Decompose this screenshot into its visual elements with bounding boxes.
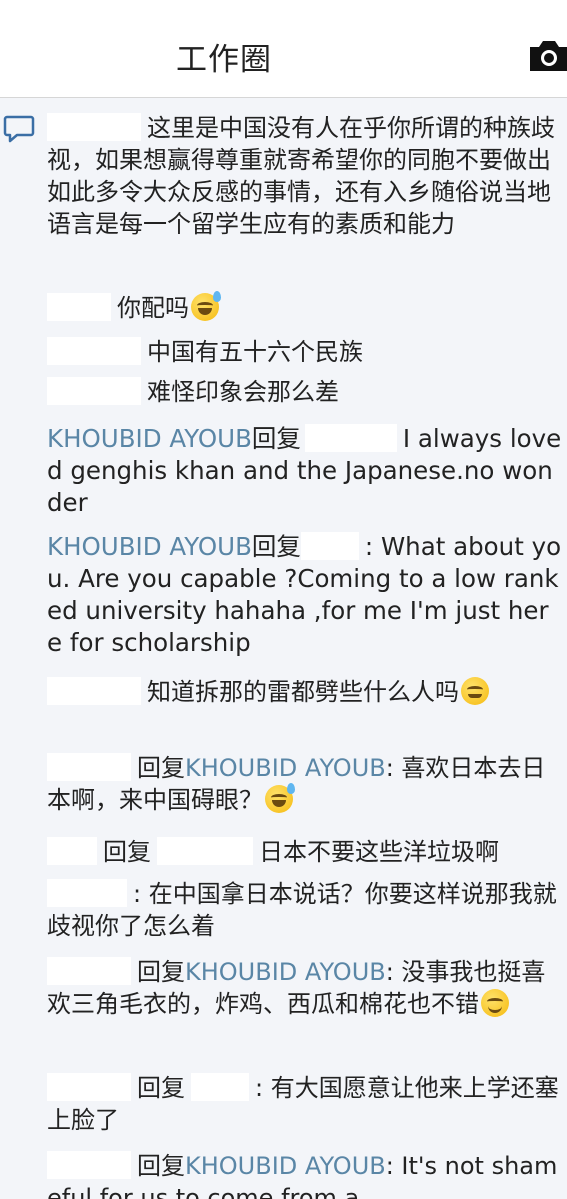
commenter-name-link[interactable]: KHOUBID AYOUB	[185, 958, 386, 986]
comment-bubble-icon[interactable]	[3, 113, 35, 145]
grinning-sweat-emoji-icon	[265, 783, 295, 813]
reply-label: 回复	[137, 1152, 185, 1180]
top-bar: 工作圈	[0, 0, 567, 98]
comment-item[interactable]: 知道拆那的雷都劈些什么人吗	[47, 676, 562, 708]
redacted-name	[157, 837, 253, 865]
redacted-name	[47, 677, 141, 705]
comment-item[interactable]: 回复: 有大国愿意让他来上学还塞上脸了	[47, 1072, 562, 1136]
comment-text: 日本不要这些洋垃圾啊	[259, 838, 499, 866]
comment-text: 你配吗	[117, 294, 189, 322]
redacted-name	[47, 957, 131, 985]
camera-icon[interactable]	[527, 38, 567, 72]
comment-item[interactable]: 回复KHOUBID AYOUB: 喜欢日本去日本啊，来中国碍眼？	[47, 752, 562, 816]
reply-label: 回复	[251, 532, 301, 561]
commenter-name-link[interactable]: KHOUBID AYOUB	[185, 754, 386, 782]
comment-text: 难怪印象会那么差	[147, 378, 339, 406]
winking-face-emoji-icon	[461, 677, 489, 705]
redacted-name	[47, 879, 127, 907]
commenter-name-link[interactable]: KHOUBID AYOUB	[47, 532, 252, 561]
redacted-name	[47, 377, 141, 405]
reply-label: 回复	[251, 424, 301, 453]
comment-item[interactable]: 难怪印象会那么差	[47, 376, 562, 408]
comment-item[interactable]: : 在中国拿日本说话？你要这样说那我就歧视你了怎么着	[47, 878, 562, 942]
comment-item[interactable]: KHOUBID AYOUB回复 I always loved genghis kh…	[47, 423, 562, 519]
reply-label: 回复	[103, 838, 151, 866]
redacted-name	[300, 532, 359, 560]
comment-item[interactable]: 这里是中国没有人在乎你所谓的种族歧视，如果想赢得尊重就寄希望你的同胞不要做出如此…	[47, 112, 562, 240]
redacted-name	[191, 1073, 249, 1101]
commenter-name-link[interactable]: KHOUBID AYOUB	[185, 1152, 386, 1180]
commenter-name-link[interactable]: KHOUBID AYOUB	[47, 424, 252, 453]
comment-item[interactable]: 回复KHOUBID AYOUB: 没事我也挺喜欢三角毛衣的，炸鸡、西瓜和棉花也不…	[47, 956, 562, 1020]
redacted-name	[304, 424, 397, 452]
comment-item[interactable]: 回复 日本不要这些洋垃圾啊	[47, 836, 562, 868]
redacted-name	[47, 293, 111, 321]
reply-label: 回复	[137, 958, 185, 986]
redacted-name	[47, 1073, 131, 1101]
grinning-sweat-emoji-icon	[191, 291, 221, 321]
comment-item[interactable]: 你配吗	[47, 291, 562, 324]
comment-feed: 这里是中国没有人在乎你所谓的种族歧视，如果想赢得尊重就寄希望你的同胞不要做出如此…	[0, 98, 567, 1199]
redacted-name	[47, 1151, 131, 1179]
comment-item[interactable]: KHOUBID AYOUB回复: What about you. Are you…	[47, 531, 562, 659]
comment-item[interactable]: 中国有五十六个民族	[47, 336, 562, 368]
comment-text: 中国有五十六个民族	[147, 338, 363, 366]
comment-text: 知道拆那的雷都劈些什么人吗	[147, 678, 459, 706]
reply-label: 回复	[137, 754, 185, 782]
redacted-name	[47, 113, 141, 141]
smiling-face-emoji-icon	[481, 989, 509, 1017]
redacted-name	[47, 837, 97, 865]
comment-item[interactable]: 回复KHOUBID AYOUB: It's not shameful for u…	[47, 1150, 562, 1199]
reply-label: 回复	[137, 1074, 185, 1102]
page-title: 工作圈	[176, 42, 272, 78]
redacted-name	[47, 753, 131, 781]
redacted-name	[47, 337, 141, 365]
